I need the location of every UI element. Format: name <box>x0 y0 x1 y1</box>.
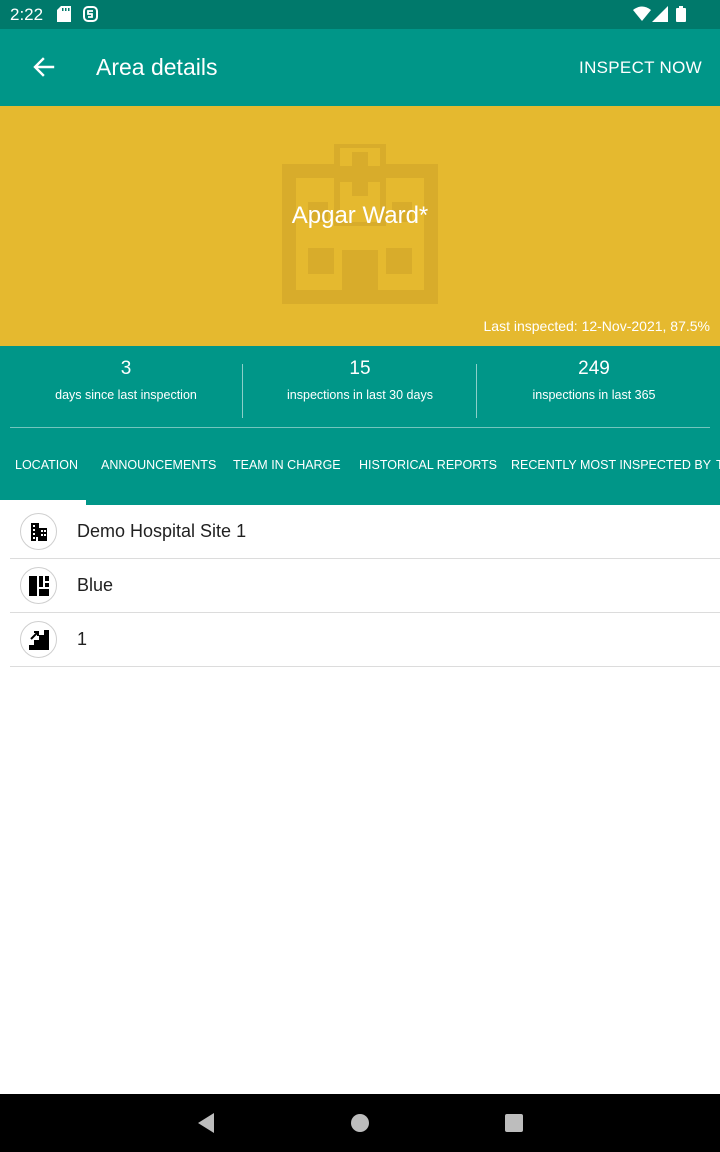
stat-365-days: 249 inspections in last 365 <box>477 358 711 402</box>
row-icon-circle <box>20 567 57 604</box>
stat-30-days: 15 inspections in last 30 days <box>243 358 477 402</box>
nav-back-icon[interactable] <box>196 1112 216 1134</box>
tab-historical-reports[interactable]: HISTORICAL REPORTS <box>359 458 497 472</box>
nav-home-icon[interactable] <box>350 1112 370 1134</box>
floor-icon <box>28 629 49 650</box>
page-title: Area details <box>96 54 218 80</box>
stat-value: 249 <box>578 358 610 379</box>
row-icon-circle <box>20 621 57 658</box>
row-text: Blue <box>77 575 114 595</box>
block-icon <box>28 575 49 596</box>
back-button[interactable] <box>24 47 64 87</box>
row-icon-circle <box>20 513 57 550</box>
stat-label: days since last inspection <box>55 388 197 402</box>
tab-location[interactable]: LOCATION <box>15 458 78 472</box>
last-inspected-text: Last inspected: 12-Nov-2021, 87.5% <box>483 318 710 334</box>
nav-recents-icon[interactable] <box>504 1112 524 1134</box>
tab-announcements[interactable]: ANNOUNCEMENTS <box>101 458 216 472</box>
stat-label: inspections in last 30 days <box>287 388 433 402</box>
status-bar: 2:22 <box>0 0 720 29</box>
stat-label: inspections in last 365 <box>532 388 656 402</box>
app-bar: Area details INSPECT NOW <box>0 29 720 106</box>
cell-signal-icon <box>652 6 668 22</box>
wifi-icon <box>633 6 651 21</box>
notification-app-icon <box>83 6 98 22</box>
tab-overflow[interactable]: T <box>716 458 720 472</box>
inspect-now-button[interactable]: INSPECT NOW <box>579 58 702 78</box>
tab-recently-most-inspected-by[interactable]: RECENTLY MOST INSPECTED BY <box>511 458 711 472</box>
area-name: Apgar Ward* <box>291 202 429 229</box>
divider <box>10 427 710 428</box>
list-item-floor[interactable]: 1 <box>10 613 720 667</box>
list-item-site[interactable]: Demo Hospital Site 1 <box>10 505 720 559</box>
stat-value: 15 <box>349 358 371 379</box>
tab-team-in-charge[interactable]: TEAM IN CHARGE <box>233 458 341 472</box>
area-hero: Apgar Ward* Last inspected: 12-Nov-2021,… <box>0 106 720 346</box>
status-time: 2:22 <box>10 5 44 24</box>
sd-card-icon <box>57 6 71 22</box>
stat-value: 3 <box>120 358 132 379</box>
list-item-block[interactable]: Blue <box>10 559 720 613</box>
stats-panel: 3 days since last inspection 15 inspecti… <box>0 346 720 505</box>
back-arrow-icon <box>33 57 55 77</box>
row-text: Demo Hospital Site 1 <box>77 521 247 541</box>
building-icon <box>30 522 47 541</box>
battery-icon <box>676 6 686 22</box>
row-text: 1 <box>77 629 88 649</box>
stat-days-since: 3 days since last inspection <box>9 358 243 402</box>
system-nav-bar <box>0 1094 720 1152</box>
